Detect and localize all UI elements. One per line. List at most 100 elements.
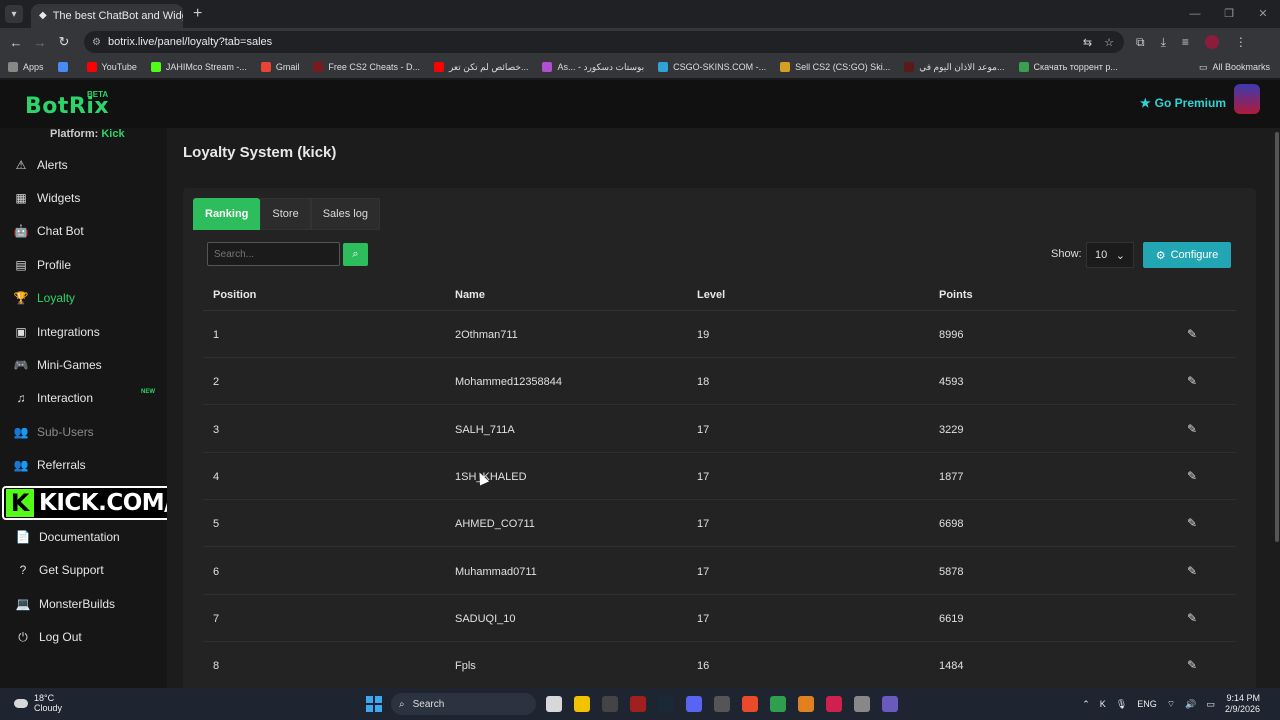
bookmark-item[interactable]: Sell CS2 (CS:GO) Ski...	[780, 62, 890, 72]
edit-pencil-icon[interactable]: ✎	[1187, 611, 1197, 625]
app-icon[interactable]	[630, 696, 646, 712]
maximize-icon[interactable]: ❐	[1212, 0, 1246, 28]
sidebar-item-chat-bot[interactable]: 🤖 Chat Bot	[13, 222, 84, 240]
settings-icon[interactable]	[854, 696, 870, 712]
edit-pencil-icon[interactable]: ✎	[1187, 658, 1197, 672]
discord-icon[interactable]	[686, 696, 702, 712]
reload-icon[interactable]: ↻	[52, 34, 76, 50]
taskbar-search[interactable]: ⌕ Search	[391, 693, 536, 715]
back-icon[interactable]: ←	[4, 35, 28, 50]
sidebar-item-get-support[interactable]: ? Get Support	[15, 561, 104, 579]
tab-search-icon[interactable]: ▾	[5, 5, 23, 23]
close-window-icon[interactable]: ✕	[1246, 0, 1280, 28]
sidebar-item-log-out[interactable]: ⏻ Log Out	[15, 628, 81, 646]
task-view-icon[interactable]	[546, 696, 562, 712]
page-size-select[interactable]: 10 ⌄	[1086, 242, 1134, 268]
tab-sales-log[interactable]: Sales log	[310, 198, 380, 230]
browser-tab[interactable]: ◆ The best ChatBot and Widgets ✕	[31, 4, 183, 28]
sidebar-item-monsterbuilds[interactable]: 💻 MonsterBuilds	[15, 595, 116, 613]
translate-icon[interactable]: ⇆	[1083, 36, 1092, 49]
app-icon[interactable]	[826, 696, 842, 712]
new-tab-icon[interactable]: +	[193, 5, 202, 23]
sidebar-item-profile[interactable]: ▤ Profile	[13, 256, 71, 274]
edit-pencil-icon[interactable]: ✎	[1187, 422, 1197, 436]
tab-ranking[interactable]: Ranking	[193, 198, 261, 230]
show-label: Show:	[1051, 248, 1082, 260]
bookmark-item[interactable]: Apps	[8, 62, 44, 72]
mic-icon[interactable]: 🎙	[1116, 699, 1127, 710]
start-button[interactable]	[366, 696, 382, 712]
profile-avatar[interactable]	[1204, 35, 1219, 49]
battery-icon[interactable]: ▭	[1206, 699, 1215, 710]
chrome-icon[interactable]	[770, 696, 786, 712]
bookmark-item[interactable]: Gmail	[260, 62, 299, 72]
column-name[interactable]: Name	[455, 289, 485, 301]
app-icon[interactable]	[714, 696, 730, 712]
bookmark-item[interactable]: Скачать торрент р...	[1018, 62, 1118, 72]
sidebar-item-loyalty[interactable]: 🏆 Loyalty	[13, 289, 76, 307]
extensions-icon[interactable]: ⧉	[1136, 35, 1145, 50]
search-input[interactable]	[207, 242, 340, 266]
bookmark-item[interactable]: موعد الاذان اليوم في...	[904, 62, 1005, 73]
site-info-icon[interactable]: ⚙	[92, 37, 101, 48]
steam-icon[interactable]	[658, 696, 674, 712]
bookmark-favicon-icon	[150, 62, 161, 72]
url-input[interactable]: ⚙ botrix.live/panel/loyalty?tab=sales ⇆ …	[84, 31, 1124, 53]
sidebar-item-integrations[interactable]: ▣ Integrations	[13, 323, 99, 341]
edit-pencil-icon[interactable]: ✎	[1187, 564, 1197, 578]
bookmark-item[interactable]: خصائص لم تكن تعر...	[433, 62, 528, 73]
scrollbar-thumb[interactable]	[1275, 132, 1279, 542]
chevron-up-icon[interactable]: ⌃	[1082, 699, 1090, 710]
search-button[interactable]: ⌕	[343, 243, 368, 266]
download-icon[interactable]: ⤓	[1161, 35, 1166, 50]
minimize-icon[interactable]: —	[1178, 0, 1212, 28]
user-avatar[interactable]	[1234, 84, 1260, 114]
edit-pencil-icon[interactable]: ✎	[1187, 327, 1197, 341]
wifi-icon[interactable]: ⌔	[1167, 699, 1175, 710]
sidebar-item-documentation[interactable]: 📄 Documentation	[15, 528, 120, 546]
bookmark-item[interactable]: CSGO-SKINS.COM -...	[658, 62, 766, 72]
sidebar-item-label: Alerts	[37, 158, 68, 172]
media-player-icon[interactable]	[882, 696, 898, 712]
app-icon[interactable]	[602, 696, 618, 712]
kick-tray-icon[interactable]: K	[1100, 699, 1106, 709]
media-icon[interactable]: ≡	[1182, 35, 1189, 49]
bookmark-item[interactable]: As... - بوستات دسكورد	[542, 62, 644, 73]
column-position[interactable]: Position	[213, 289, 256, 301]
column-points[interactable]: Points	[939, 289, 973, 301]
menu-icon[interactable]: ⋮	[1235, 35, 1247, 49]
table-header: Position Name Level Points	[203, 283, 1236, 311]
language-indicator[interactable]: ENG	[1137, 699, 1157, 709]
clock[interactable]: 9:14 PM 2/9/2026	[1225, 693, 1260, 715]
bookmark-star-icon[interactable]: ☆	[1104, 36, 1114, 49]
go-premium-button[interactable]: ★ Go Premium	[1140, 96, 1226, 110]
bookmark-favicon-icon	[433, 62, 444, 72]
sidebar-item-widgets[interactable]: ▦ Widgets	[13, 189, 80, 207]
sidebar-item-referrals[interactable]: 👥 Referrals	[13, 456, 86, 474]
edit-pencil-icon[interactable]: ✎	[1187, 374, 1197, 388]
page-scrollbar[interactable]	[1274, 128, 1280, 688]
column-level[interactable]: Level	[697, 289, 725, 301]
file-explorer-icon[interactable]	[574, 696, 590, 712]
configure-button[interactable]: ⚙ Configure	[1143, 242, 1231, 268]
search-icon: ⌕	[399, 698, 405, 710]
edit-pencil-icon[interactable]: ✎	[1187, 469, 1197, 483]
bookmark-item[interactable]	[57, 62, 73, 72]
sidebar-item-interaction[interactable]: ♫ Interaction	[13, 389, 94, 407]
brave-icon[interactable]	[742, 696, 758, 712]
cell-position: 3	[213, 423, 220, 436]
bookmark-item[interactable]: Free CS2 Cheats - D...	[313, 62, 420, 72]
all-bookmarks-button[interactable]: ▭ All Bookmarks	[1199, 62, 1270, 73]
forward-icon[interactable]: →	[28, 35, 52, 50]
bookmark-item[interactable]: YouTube	[86, 62, 137, 72]
sidebar-item-sub-users[interactable]: 👥 Sub-Users	[13, 423, 94, 441]
cell-points: 1484	[939, 660, 964, 673]
edit-pencil-icon[interactable]: ✎	[1187, 516, 1197, 530]
sidebar-item-mini-games[interactable]: 🎮 Mini-Games	[13, 356, 102, 374]
volume-icon[interactable]: 🔊	[1185, 699, 1196, 710]
sidebar-item-alerts[interactable]: ⚠ Alerts	[13, 156, 68, 174]
weather-widget[interactable]: 18°C Cloudy	[14, 693, 62, 713]
bookmark-item[interactable]: JAHIMco Stream -...	[150, 62, 247, 72]
tab-store[interactable]: Store	[260, 198, 311, 230]
app-icon[interactable]	[798, 696, 814, 712]
